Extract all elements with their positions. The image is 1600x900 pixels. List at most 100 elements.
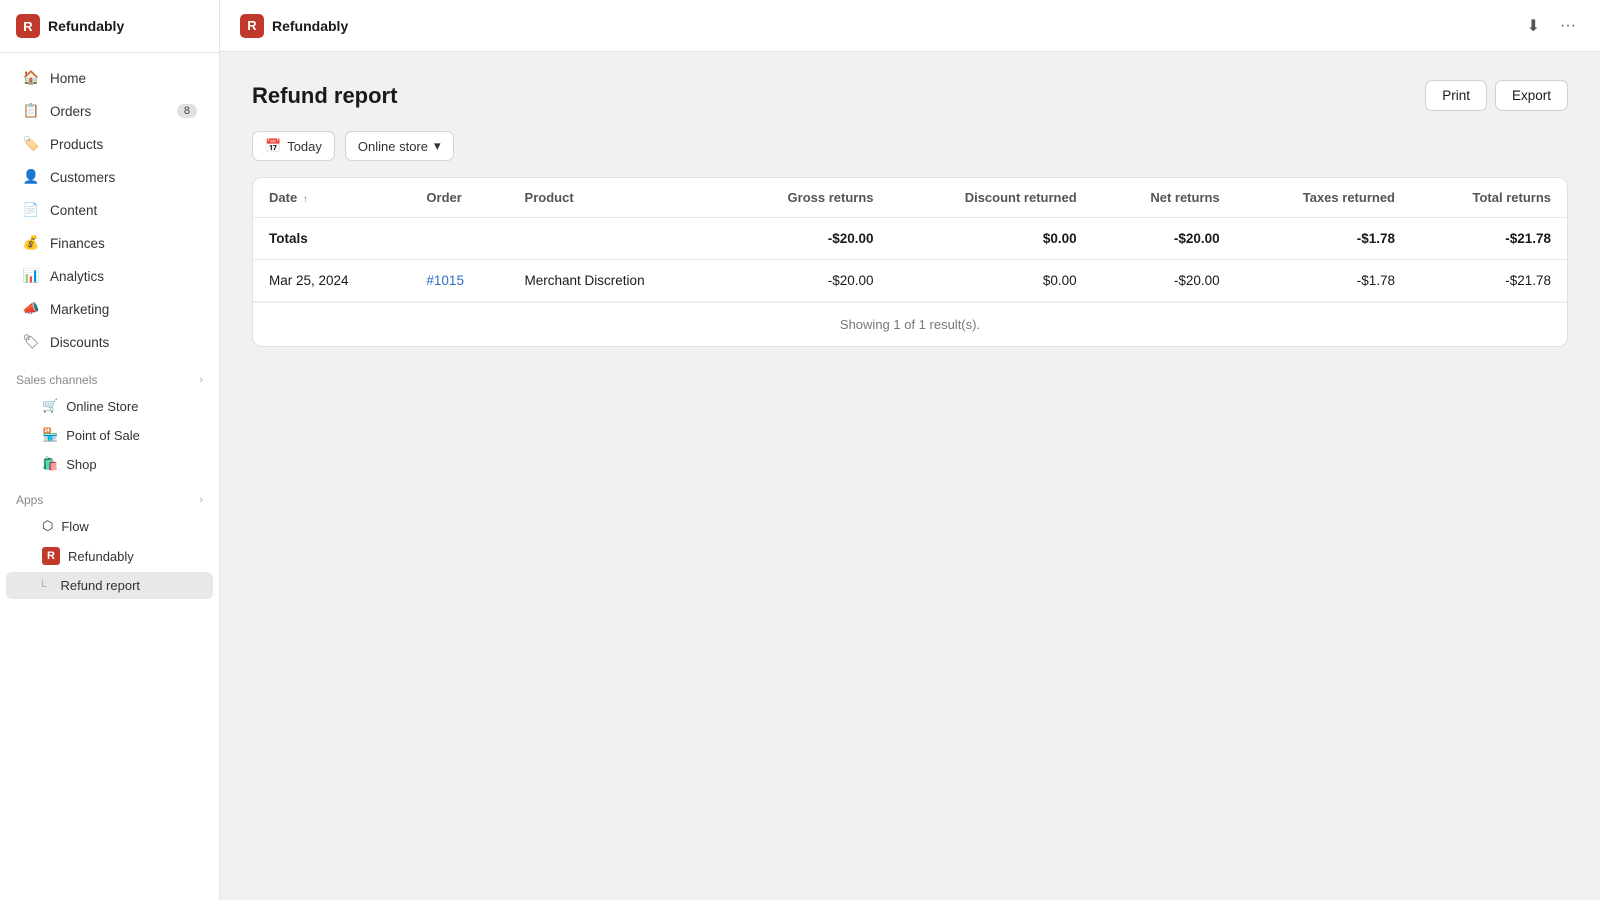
topbar-right: ⬇ ··· bbox=[1523, 12, 1580, 40]
sidebar-item-label: Flow bbox=[61, 519, 88, 534]
sidebar-item-label: Refundably bbox=[68, 549, 134, 564]
sidebar-item-label: Content bbox=[50, 203, 97, 218]
row-order: #1015 bbox=[410, 260, 508, 302]
page-actions: Print Export bbox=[1425, 80, 1568, 111]
col-order: Order bbox=[410, 178, 508, 218]
totals-order bbox=[410, 218, 508, 260]
store-filter-label: Online store bbox=[358, 139, 428, 154]
row-taxes-returned: -$1.78 bbox=[1236, 260, 1411, 302]
app-logo: R Refundably bbox=[0, 0, 219, 53]
sidebar-item-label: Home bbox=[50, 71, 86, 86]
download-button[interactable]: ⬇ bbox=[1523, 12, 1544, 40]
row-date: Mar 25, 2024 bbox=[253, 260, 410, 302]
sidebar-item-content[interactable]: 📄 Content bbox=[6, 194, 213, 226]
col-net-returns: Net returns bbox=[1093, 178, 1236, 218]
date-filter-button[interactable]: 📅 Today bbox=[252, 131, 335, 161]
topbar-app-icon: R bbox=[240, 14, 264, 38]
sidebar-item-shop[interactable]: 🛍️ Shop bbox=[6, 450, 213, 478]
sidebar-item-analytics[interactable]: 📊 Analytics bbox=[6, 260, 213, 292]
export-button[interactable]: Export bbox=[1495, 80, 1568, 111]
sidebar-item-home[interactable]: 🏠 Home bbox=[6, 62, 213, 94]
calendar-icon: 📅 bbox=[265, 138, 281, 154]
date-col-label: Date bbox=[269, 190, 297, 205]
sidebar-item-finances[interactable]: 💰 Finances bbox=[6, 227, 213, 259]
topbar: R Refundably ⬇ ··· bbox=[220, 0, 1600, 52]
chevron-down-icon: ▾ bbox=[434, 138, 441, 154]
sort-icon[interactable]: ↑ bbox=[303, 194, 308, 205]
sidebar-item-discounts[interactable]: 🏷 Discounts bbox=[6, 326, 213, 358]
report-table-container: Date ↑ Order Product Gross returns Disco… bbox=[252, 177, 1568, 347]
report-table: Date ↑ Order Product Gross returns Disco… bbox=[253, 178, 1567, 302]
shop-icon: 🛍️ bbox=[42, 456, 58, 472]
refund-report-label: Refund report bbox=[61, 578, 141, 593]
products-icon: 🏷️ bbox=[22, 135, 40, 153]
content-icon: 📄 bbox=[22, 201, 40, 219]
sidebar-item-label: Point of Sale bbox=[66, 428, 140, 443]
finances-icon: 💰 bbox=[22, 234, 40, 252]
totals-gross-returns: -$20.00 bbox=[723, 218, 889, 260]
sidebar-item-label: Marketing bbox=[50, 302, 109, 317]
print-button[interactable]: Print bbox=[1425, 80, 1487, 111]
sidebar-item-online-store[interactable]: 🛒 Online Store bbox=[6, 392, 213, 420]
row-product: Merchant Discretion bbox=[509, 260, 724, 302]
row-discount-returned: $0.00 bbox=[890, 260, 1093, 302]
totals-discount-returned: $0.00 bbox=[890, 218, 1093, 260]
page-header: Refund report Print Export bbox=[252, 80, 1568, 111]
col-product: Product bbox=[509, 178, 724, 218]
sidebar-item-marketing[interactable]: 📣 Marketing bbox=[6, 293, 213, 325]
col-taxes-returned: Taxes returned bbox=[1236, 178, 1411, 218]
totals-product bbox=[509, 218, 724, 260]
refundably-icon: R bbox=[42, 547, 60, 565]
totals-total-returns: -$21.78 bbox=[1411, 218, 1567, 260]
sales-channels-label: Sales channels bbox=[16, 373, 97, 387]
store-filter-button[interactable]: Online store ▾ bbox=[345, 131, 454, 161]
row-gross-returns: -$20.00 bbox=[723, 260, 889, 302]
topbar-title: Refundably bbox=[272, 18, 348, 34]
sidebar-item-customers[interactable]: 👤 Customers bbox=[6, 161, 213, 193]
table-footer: Showing 1 of 1 result(s). bbox=[253, 302, 1567, 346]
order-link[interactable]: #1015 bbox=[426, 273, 464, 288]
sidebar-item-flow[interactable]: ⬡ Flow bbox=[6, 512, 213, 540]
sidebar-item-label: Discounts bbox=[50, 335, 109, 350]
tree-line-icon: └ bbox=[38, 579, 47, 593]
online-store-icon: 🛒 bbox=[42, 398, 58, 414]
discounts-icon: 🏷 bbox=[22, 333, 40, 351]
analytics-icon: 📊 bbox=[22, 267, 40, 285]
sidebar-item-label: Shop bbox=[66, 457, 96, 472]
sidebar-item-label: Products bbox=[50, 137, 103, 152]
col-total-returns: Total returns bbox=[1411, 178, 1567, 218]
totals-taxes-returned: -$1.78 bbox=[1236, 218, 1411, 260]
sidebar-item-label: Online Store bbox=[66, 399, 138, 414]
totals-net-returns: -$20.00 bbox=[1093, 218, 1236, 260]
sidebar-nav: 🏠 Home 📋 Orders 8🏷️ Products 👤 Customers… bbox=[0, 53, 219, 608]
sales-channels-chevron[interactable]: › bbox=[199, 374, 203, 386]
totals-label: Totals bbox=[253, 218, 410, 260]
sidebar-item-refund-report[interactable]: └ Refund report bbox=[6, 572, 213, 599]
filters-row: 📅 Today Online store ▾ bbox=[252, 131, 1568, 161]
app-name: Refundably bbox=[48, 18, 124, 34]
sidebar-item-refundably[interactable]: R Refundably bbox=[6, 541, 213, 571]
point-of-sale-icon: 🏪 bbox=[42, 427, 58, 443]
sidebar-item-label: Analytics bbox=[50, 269, 104, 284]
sidebar-item-point-of-sale[interactable]: 🏪 Point of Sale bbox=[6, 421, 213, 449]
apps-chevron[interactable]: › bbox=[199, 494, 203, 506]
sidebar-item-products[interactable]: 🏷️ Products bbox=[6, 128, 213, 160]
date-filter-label: Today bbox=[287, 139, 322, 154]
more-options-button[interactable]: ··· bbox=[1556, 13, 1580, 39]
sidebar-item-label: Orders bbox=[50, 104, 91, 119]
sidebar-item-orders[interactable]: 📋 Orders 8 bbox=[6, 95, 213, 127]
sidebar-item-label: Customers bbox=[50, 170, 115, 185]
col-date: Date ↑ bbox=[253, 178, 410, 218]
page-title: Refund report bbox=[252, 83, 397, 109]
home-icon: 🏠 bbox=[22, 69, 40, 87]
apps-label: Apps bbox=[16, 493, 43, 507]
col-gross-returns: Gross returns bbox=[723, 178, 889, 218]
table-row: Mar 25, 2024 #1015 Merchant Discretion -… bbox=[253, 260, 1567, 302]
orders-badge: 8 bbox=[177, 104, 197, 118]
orders-icon: 📋 bbox=[22, 102, 40, 120]
row-net-returns: -$20.00 bbox=[1093, 260, 1236, 302]
page-content: Refund report Print Export 📅 Today Onlin… bbox=[220, 52, 1600, 900]
sales-channels-section: Sales channels › bbox=[0, 359, 219, 391]
flow-icon: ⬡ bbox=[42, 518, 53, 534]
customers-icon: 👤 bbox=[22, 168, 40, 186]
